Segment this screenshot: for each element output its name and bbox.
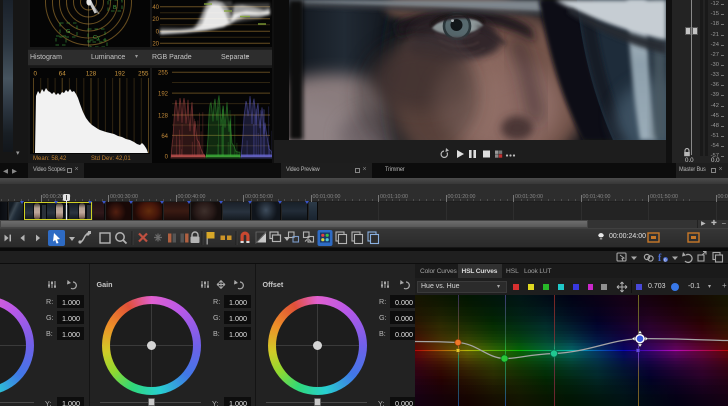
svg-text:o: o: [664, 258, 667, 264]
svg-text:0: 0: [34, 71, 38, 78]
svg-text:G: G: [66, 29, 70, 35]
svg-text:255: 255: [138, 71, 149, 78]
svg-text:-20: -20: [152, 42, 160, 47]
svg-text:0: 0: [156, 30, 160, 36]
svg-text:255: 255: [158, 71, 169, 77]
svg-text:64: 64: [161, 134, 168, 140]
svg-text:192: 192: [158, 92, 169, 98]
svg-text:0: 0: [165, 155, 169, 161]
svg-text:20: 20: [152, 17, 159, 23]
svg-text:64: 64: [59, 71, 66, 78]
svg-text:128: 128: [158, 114, 169, 120]
svg-text:40: 40: [152, 5, 159, 11]
svg-text:B: B: [113, 5, 117, 11]
svg-text:192: 192: [115, 71, 126, 78]
svg-text:128: 128: [86, 71, 97, 78]
svg-text:f: f: [658, 253, 662, 264]
